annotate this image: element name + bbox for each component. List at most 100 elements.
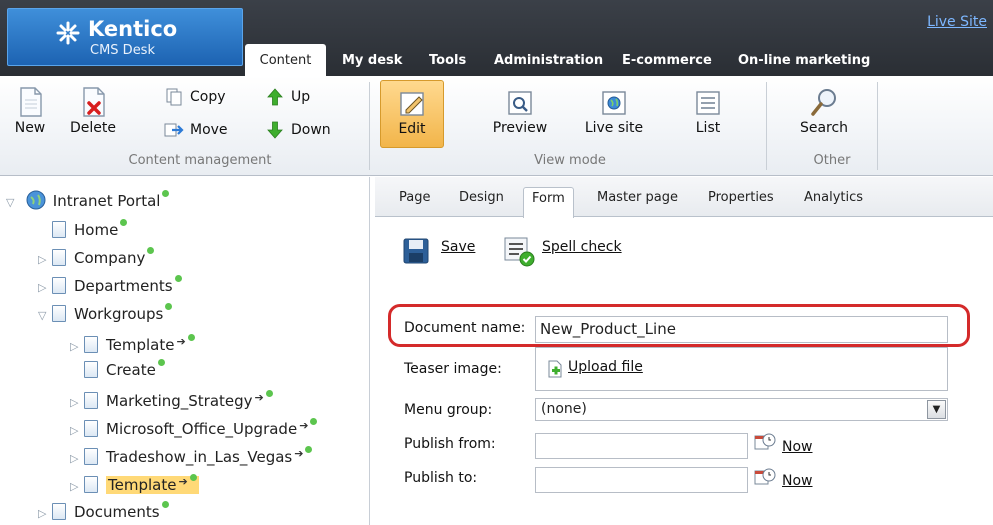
new-label: New	[14, 120, 46, 136]
publish-from-now-link[interactable]: Now	[782, 439, 813, 455]
status-dot-icon	[120, 219, 128, 226]
tree-expand-icon[interactable]: ▷	[38, 503, 52, 525]
publish-from-input[interactable]	[535, 433, 748, 459]
tree-expand-icon[interactable]: ▷	[70, 336, 84, 358]
copy-button[interactable]: Copy	[164, 86, 226, 108]
tab-form[interactable]: Form	[523, 187, 574, 218]
tree-node-create[interactable]: Create	[84, 359, 165, 381]
teaser-image-box: Upload file	[535, 347, 948, 391]
app-header: Kentico CMS Desk Live Site Content My de…	[0, 0, 993, 76]
up-button[interactable]: Up	[265, 86, 310, 108]
edit-button[interactable]: Edit	[380, 80, 444, 148]
tree-node-documents[interactable]: ▷ Documents	[38, 501, 169, 523]
tree-node-microsoft-office-upgrade[interactable]: ▷ Microsoft_Office_Upgrade ➔	[70, 415, 318, 438]
tree-node-marketing-strategy[interactable]: ▷ Marketing_Strategy ➔	[70, 387, 273, 410]
tab-properties[interactable]: Properties	[708, 190, 774, 205]
list-label: List	[695, 120, 721, 136]
tree-node-label: Marketing_Strategy	[106, 392, 253, 410]
calendar-clock-icon[interactable]	[754, 467, 776, 487]
tree-node-home[interactable]: Home	[52, 219, 128, 241]
list-icon	[696, 91, 720, 115]
tab-content[interactable]: Content	[245, 44, 326, 76]
ribbon-separator	[877, 82, 878, 170]
tab-on-line-marketing[interactable]: On-line marketing	[738, 48, 870, 76]
ribbon-group-content-management: Content management	[128, 153, 272, 168]
publish-to-label: Publish to:	[404, 470, 478, 486]
tree-node-template-selected[interactable]: ▷ Template ➔	[70, 471, 199, 494]
tree-node-label: Company	[74, 249, 146, 267]
menu-group-select[interactable]: (none) ▼	[535, 398, 948, 421]
document-icon	[84, 476, 98, 493]
upload-file-icon[interactable]	[546, 360, 564, 378]
save-link[interactable]: Save	[441, 239, 475, 255]
status-dot-icon	[147, 247, 155, 254]
move-icon	[164, 123, 184, 137]
publish-from-label: Publish from:	[404, 436, 496, 452]
preview-button[interactable]: Preview	[487, 80, 553, 148]
status-dot-icon	[265, 390, 273, 397]
live-site-label: Live site	[584, 120, 644, 136]
tree-expand-icon[interactable]: ▷	[70, 392, 84, 414]
list-button[interactable]: List	[688, 80, 728, 148]
tree-expand-icon[interactable]: ▷	[70, 448, 84, 470]
tab-administration[interactable]: Administration	[494, 48, 603, 76]
down-button[interactable]: Down	[265, 119, 331, 141]
tree-node-workgroups[interactable]: ▽ Workgroups	[38, 303, 173, 327]
tree-node-label: Intranet Portal	[52, 192, 161, 210]
tree-node-intranet-portal[interactable]: ▽ Intranet Portal	[6, 189, 170, 214]
upload-file-link[interactable]: Upload file	[568, 359, 643, 375]
editor-panel: Page Design Form Master page Properties …	[375, 177, 993, 525]
spell-check-icon[interactable]	[503, 235, 535, 267]
delete-button[interactable]: Delete	[64, 80, 122, 148]
tree-node-label: Template	[108, 476, 177, 494]
tree-node-company[interactable]: ▷ Company	[38, 247, 155, 271]
content-tree: ▽ Intranet Portal Home ▷ Company ▷ Departm…	[0, 177, 370, 525]
live-site-button[interactable]: Live site	[579, 80, 649, 148]
new-button[interactable]: New	[10, 80, 50, 148]
arrow-down-icon	[267, 121, 283, 139]
calendar-clock-icon[interactable]	[754, 432, 776, 452]
publish-to-now-link[interactable]: Now	[782, 473, 813, 489]
status-dot-icon	[162, 190, 170, 197]
link-arrow-icon: ➔	[299, 419, 309, 432]
teaser-image-label: Teaser image:	[404, 361, 502, 377]
tree-node-label: Microsoft_Office_Upgrade	[106, 420, 298, 438]
tree-expand-icon[interactable]: ▷	[38, 277, 52, 299]
search-button[interactable]: Search	[792, 80, 856, 148]
logo-subtitle: CMS Desk	[90, 43, 155, 58]
tab-design[interactable]: Design	[459, 190, 504, 205]
tree-node-label: Home	[74, 221, 119, 239]
publish-to-input[interactable]	[535, 467, 748, 493]
link-arrow-icon: ➔	[176, 335, 186, 348]
arrow-up-icon	[267, 88, 283, 106]
tree-collapse-icon[interactable]: ▽	[6, 192, 20, 214]
tab-e-commerce[interactable]: E-commerce	[622, 48, 712, 76]
live-site-link[interactable]: Live Site	[927, 14, 987, 30]
tree-selected-node: Template ➔	[106, 474, 199, 494]
ribbon-group-view-mode: View mode	[534, 153, 606, 168]
ribbon-separator	[766, 82, 767, 170]
tree-node-tradeshow-in-las-vegas[interactable]: ▷ Tradeshow_in_Las_Vegas ➔	[70, 443, 313, 466]
tab-analytics[interactable]: Analytics	[804, 190, 863, 205]
move-button[interactable]: Move	[164, 119, 228, 141]
tab-my-desk[interactable]: My desk	[342, 48, 402, 76]
document-icon	[84, 420, 98, 437]
status-dot-icon	[310, 418, 318, 425]
copy-label: Copy	[190, 89, 226, 105]
tree-expand-icon[interactable]: ▷	[70, 420, 84, 442]
tree-node-departments[interactable]: ▷ Departments	[38, 275, 182, 297]
tab-page[interactable]: Page	[399, 190, 430, 205]
tree-expand-icon[interactable]: ▷	[38, 249, 52, 271]
tree-collapse-icon[interactable]: ▽	[38, 305, 52, 327]
save-icon[interactable]	[402, 237, 430, 265]
ribbon-group-other: Other	[813, 153, 851, 168]
status-dot-icon	[157, 359, 165, 366]
tab-tools[interactable]: Tools	[429, 48, 466, 76]
tab-master-page[interactable]: Master page	[597, 190, 678, 205]
tree-node-template[interactable]: ▷ Template ➔	[70, 331, 195, 354]
link-arrow-icon: ➔	[294, 447, 304, 460]
spell-check-link[interactable]: Spell check	[542, 239, 622, 255]
document-icon	[84, 336, 98, 353]
dropdown-arrow-icon[interactable]: ▼	[927, 400, 946, 419]
tree-expand-icon[interactable]: ▷	[70, 476, 84, 498]
